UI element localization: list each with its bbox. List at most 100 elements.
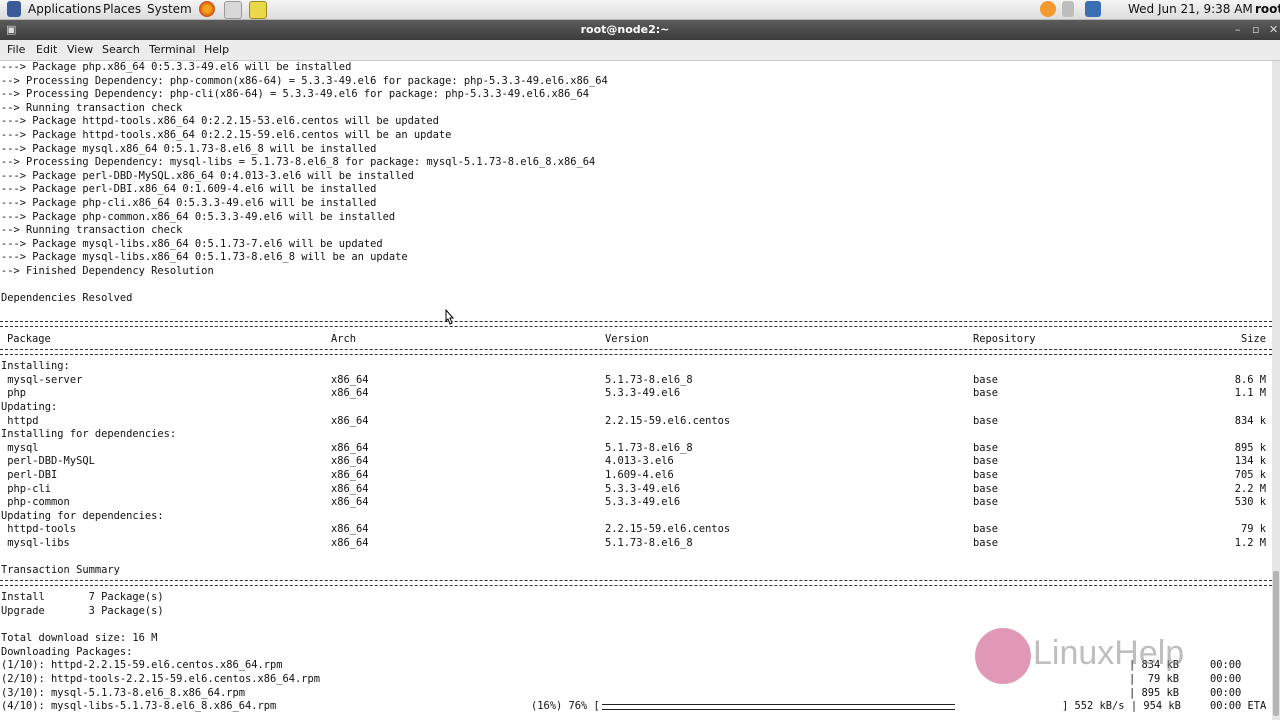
menu-edit[interactable]: Edit — [36, 43, 57, 56]
mouse-pointer-icon — [445, 309, 454, 325]
table-cell-size: 79 k — [1240, 523, 1266, 536]
download-progress-bar — [602, 704, 1067, 711]
table-cell-arch: x86_64 — [331, 482, 369, 495]
log-line: --> Running transaction check — [1, 224, 183, 237]
table-cell-version: 5.3.3-49.el6 — [605, 496, 681, 509]
download-size: | 895 kB — [1129, 686, 1180, 699]
download-progress-percent: (16%) 76% [ — [531, 700, 600, 713]
table-cell-arch: x86_64 — [331, 469, 369, 481]
log-line: --> Processing Dependency: php-cli(x86-6… — [1, 88, 590, 101]
table-cell-package: mysql — [1, 441, 39, 454]
table-cell-package: httpd — [1, 414, 39, 427]
table-cell-arch: x86_64 — [331, 414, 369, 427]
watermark-text: LinuxHelp — [1033, 634, 1185, 672]
top-panel: Applications Places System Wed Jun 21, 9… — [0, 0, 1280, 20]
table-cell-package: mysql-server — [1, 373, 83, 386]
window-title: root@node2:~ — [580, 23, 670, 36]
download-progress-name: (4/10): mysql-libs-5.1.73-8.el6_8.x86_64… — [1, 700, 277, 713]
table-cell-arch: x86_64 — [331, 537, 369, 549]
summary-install: Install 7 Package(s) — [1, 591, 164, 604]
table-cell-package: mysql-libs — [1, 537, 70, 549]
table-cell-package: perl-DBI — [1, 469, 58, 481]
menu-terminal[interactable]: Terminal — [149, 43, 196, 56]
table-cell-arch: x86_64 — [331, 455, 369, 468]
separator-line — [0, 579, 1272, 586]
table-cell-version: 4.013-3.el6 — [605, 455, 674, 468]
table-cell-repository: base — [973, 373, 999, 386]
network-icon[interactable] — [1085, 1, 1101, 17]
terminal-output[interactable]: ---> Package php.x86_64 0:5.3.3-49.el6 w… — [0, 61, 1272, 720]
table-cell-repository: base — [973, 414, 999, 427]
table-header-version: Version — [605, 333, 649, 345]
system-menu[interactable]: System — [147, 2, 192, 16]
updates-icon[interactable] — [1040, 1, 1056, 17]
table-cell-version: 5.1.73-8.el6_8 — [605, 441, 693, 454]
menu-help[interactable]: Help — [204, 43, 229, 56]
table-header-size: Size — [1240, 333, 1266, 345]
window-titlebar[interactable]: ▣ root@node2:~ – ▫ ✕ — [0, 20, 1280, 40]
table-cell-arch: x86_64 — [331, 387, 369, 400]
maximize-button[interactable]: ▫ — [1252, 23, 1259, 36]
log-line: --> Processing Dependency: php-common(x8… — [1, 74, 608, 87]
text-editor-icon[interactable] — [249, 1, 267, 19]
download-progress-eta: 00:00 ETA — [1210, 700, 1267, 713]
table-cell-repository: base — [973, 523, 999, 536]
summary-upgrade: Upgrade 3 Package(s) — [1, 605, 164, 617]
deps-resolved-line: Dependencies Resolved — [1, 292, 133, 305]
separator-line — [0, 348, 1272, 355]
log-line: --> Running transaction check — [1, 101, 183, 114]
table-cell-arch: x86_64 — [331, 373, 369, 386]
menu-view[interactable]: View — [67, 43, 93, 56]
table-cell-repository: base — [973, 441, 999, 454]
table-cell-repository: base — [973, 537, 999, 549]
table-cell-version: 5.1.73-8.el6_8 — [605, 537, 693, 549]
table-cell-package: perl-DBD-MySQL — [1, 455, 95, 468]
table-cell-size: 134 k — [1234, 455, 1266, 468]
total-download-size: Total download size: 16 M — [1, 632, 158, 645]
separator-line — [0, 321, 1272, 328]
menu-search[interactable]: Search — [102, 43, 140, 56]
log-line: ---> Package php.x86_64 0:5.3.3-49.el6 w… — [1, 61, 352, 73]
table-header-package: Package — [7, 333, 51, 345]
clock[interactable]: Wed Jun 21, 9:38 AM — [1128, 2, 1253, 16]
table-cell-package: php-common — [1, 496, 70, 509]
transaction-summary-title: Transaction Summary — [1, 564, 120, 577]
table-cell-size: 8.6 M — [1234, 373, 1266, 386]
minimize-button[interactable]: – — [1235, 23, 1241, 36]
close-button[interactable]: ✕ — [1269, 23, 1278, 36]
table-cell-size: 530 k — [1234, 496, 1266, 509]
log-line: --> Processing Dependency: mysql-libs = … — [1, 156, 596, 169]
log-line: ---> Package perl-DBI.x86_64 0:1.609-4.e… — [1, 183, 377, 196]
applications-menu[interactable]: Applications — [28, 2, 101, 16]
table-cell-version: 2.2.15-59.el6.centos — [605, 414, 731, 427]
table-section-heading: Updating: — [1, 401, 58, 413]
table-cell-version: 5.3.3-49.el6 — [605, 482, 681, 495]
volume-icon[interactable] — [1062, 1, 1074, 17]
table-cell-version: 5.3.3-49.el6 — [605, 387, 681, 400]
menu-bar: File Edit View Search Terminal Help — [0, 40, 1280, 61]
table-section-heading: Updating for dependencies: — [1, 509, 164, 522]
mail-icon[interactable] — [224, 1, 242, 19]
table-cell-version: 5.1.73-8.el6_8 — [605, 373, 693, 386]
log-line: ---> Package httpd-tools.x86_64 0:2.2.15… — [1, 129, 452, 141]
linuxhelp-logo-icon — [975, 628, 1031, 684]
table-cell-size: 1.1 M — [1234, 387, 1266, 400]
places-menu[interactable]: Places — [103, 2, 141, 16]
download-progress-fill — [602, 704, 956, 711]
download-progress-rate: ] 552 kB/s | 954 kB — [1062, 700, 1181, 713]
table-cell-package: httpd-tools — [1, 523, 77, 536]
table-section-heading: Installing for dependencies: — [1, 428, 177, 441]
user-name[interactable]: root — [1255, 2, 1280, 16]
scrollbar-thumb[interactable] — [1273, 571, 1279, 716]
firefox-icon[interactable] — [199, 1, 215, 17]
downloading-packages: Downloading Packages: — [1, 645, 133, 658]
table-cell-version: 2.2.15-59.el6.centos — [605, 523, 731, 536]
table-header-repository: Repository — [973, 333, 1036, 345]
menu-file[interactable]: File — [7, 43, 25, 56]
table-cell-package: php — [1, 387, 27, 400]
gnome-foot-icon[interactable] — [7, 1, 21, 17]
log-line: ---> Package php-cli.x86_64 0:5.3.3-49.e… — [1, 197, 377, 209]
terminal-scrollbar[interactable] — [1272, 61, 1280, 720]
table-cell-size: 834 k — [1234, 414, 1266, 427]
table-cell-arch: x86_64 — [331, 441, 369, 454]
